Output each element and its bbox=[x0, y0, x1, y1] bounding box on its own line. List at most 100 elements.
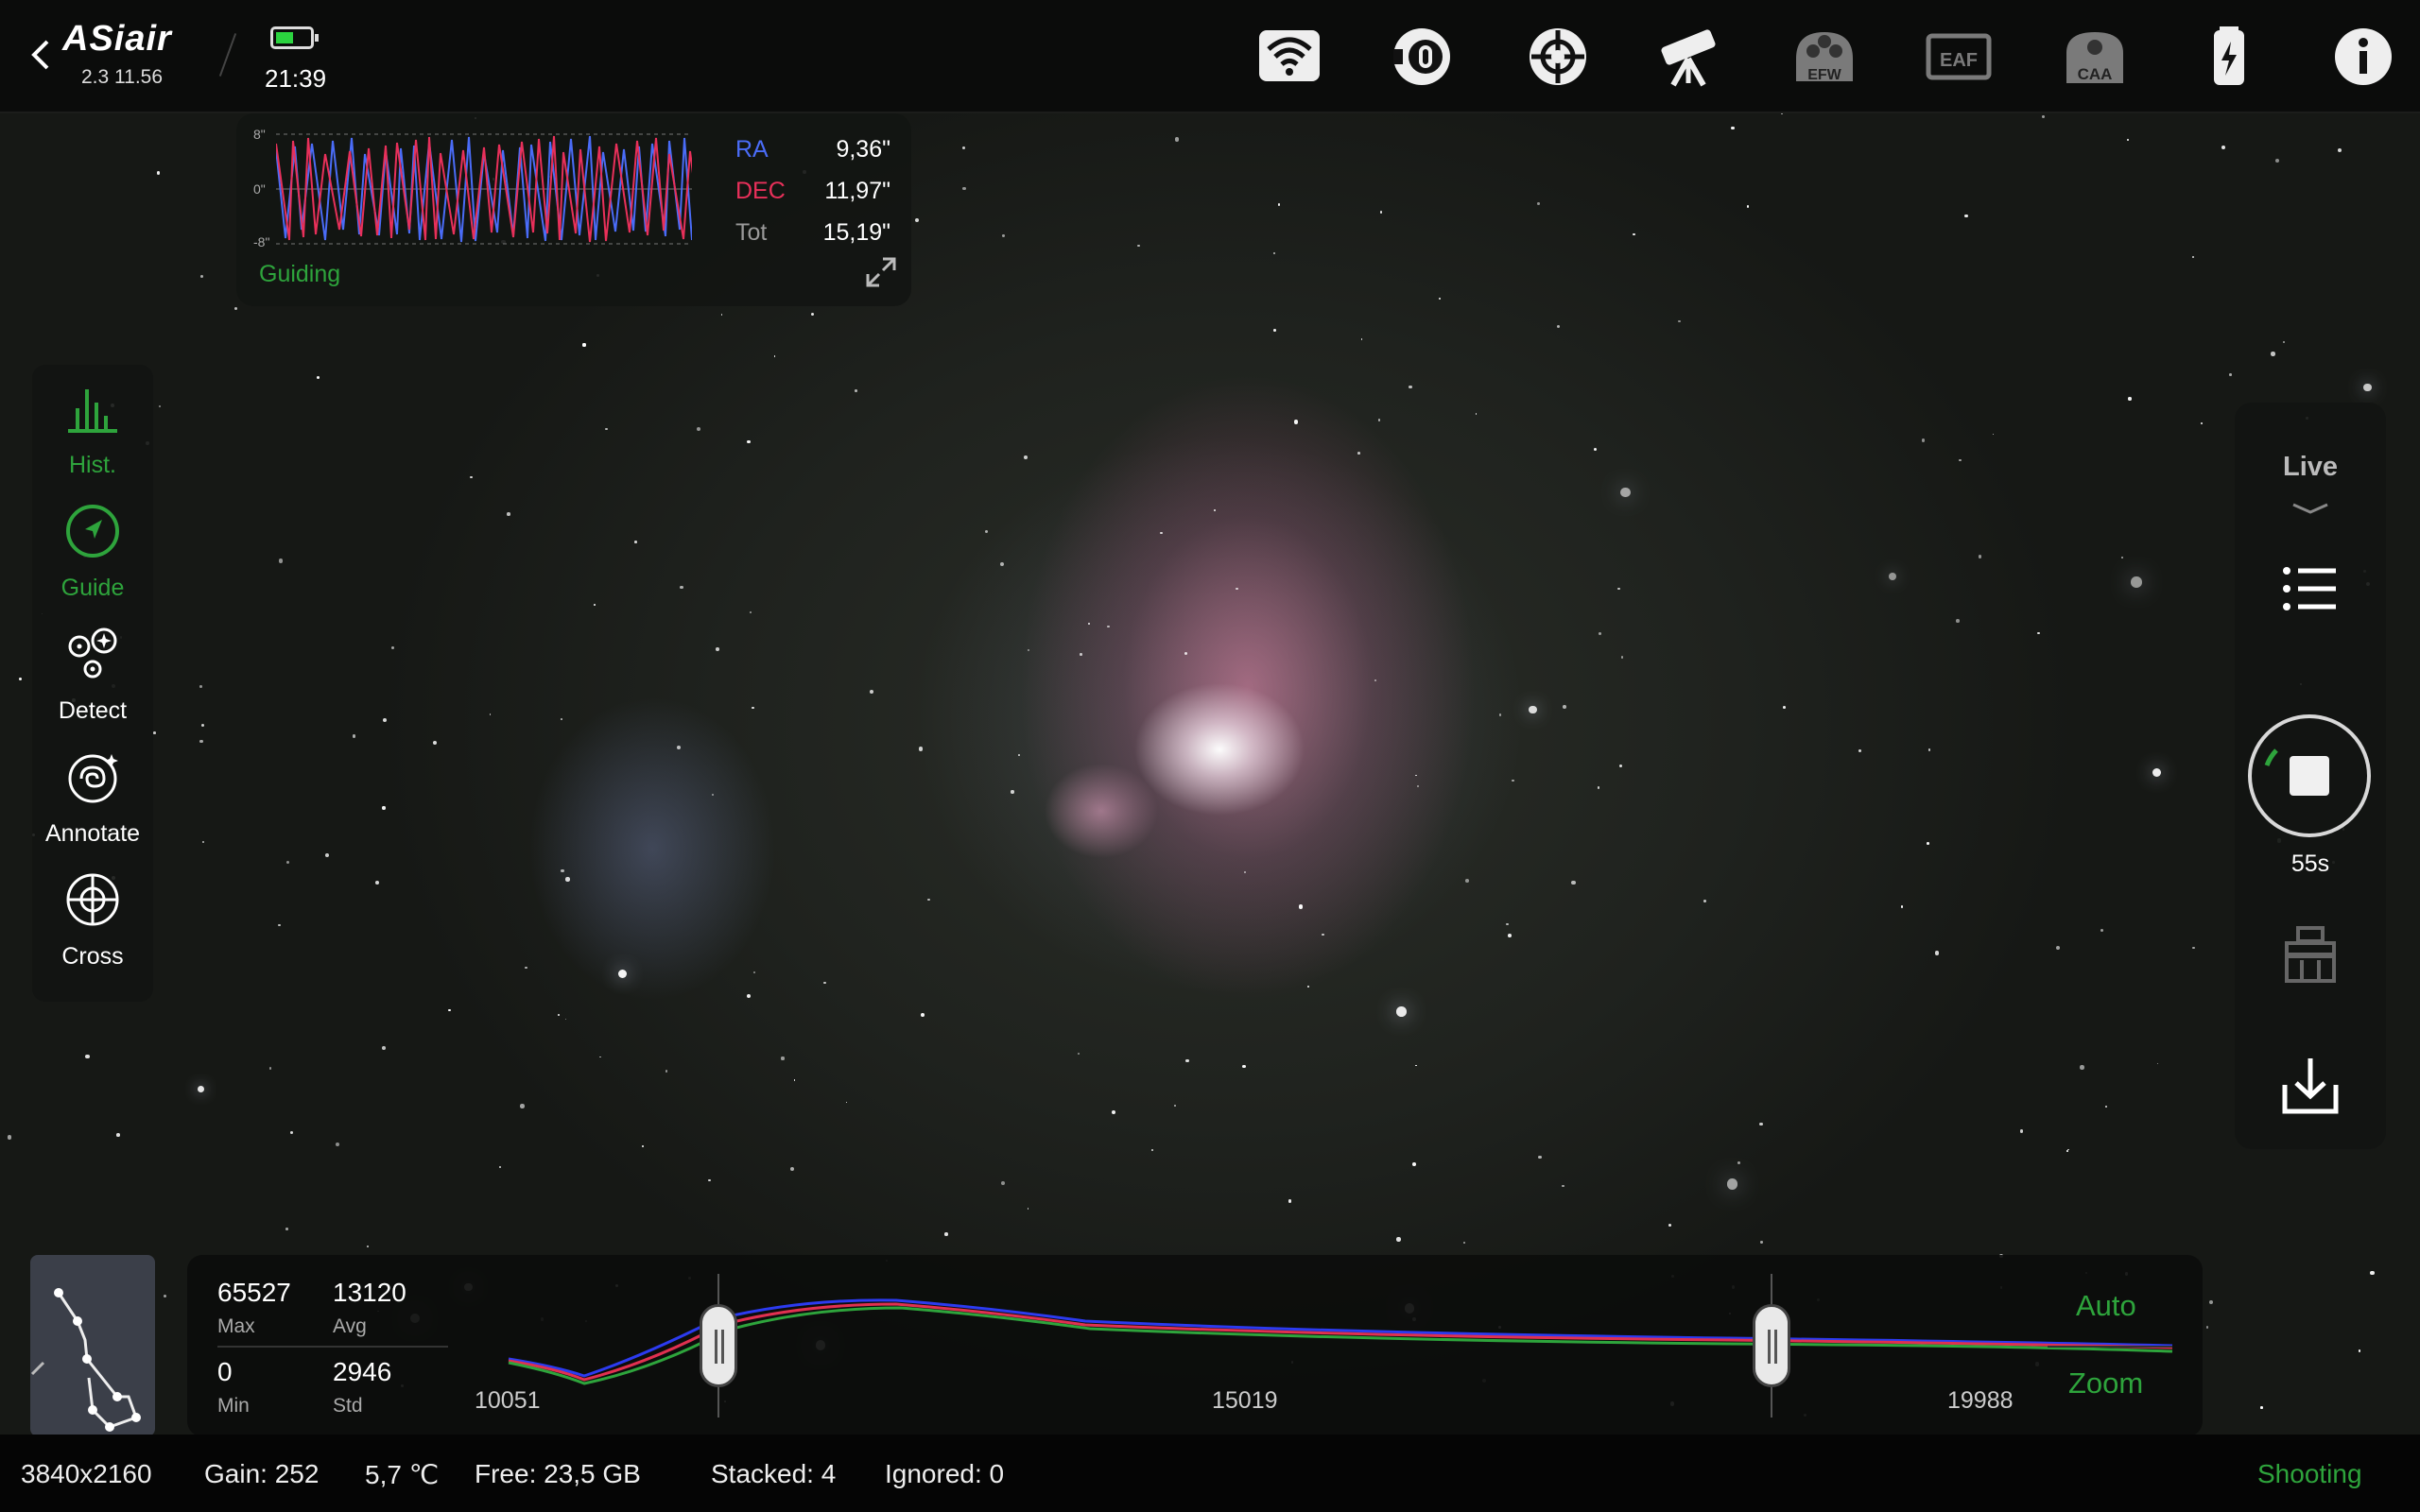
status-free-space: Free: 23,5 GB bbox=[475, 1459, 641, 1488]
zoom-button[interactable]: Zoom bbox=[2068, 1366, 2143, 1400]
star bbox=[1415, 774, 1417, 777]
tool-cross[interactable]: Cross bbox=[32, 856, 153, 979]
star bbox=[1307, 985, 1309, 988]
constellation-thumbnail[interactable] bbox=[30, 1255, 155, 1436]
caa-icon[interactable]: CAA bbox=[2061, 25, 2129, 89]
guide-scope-icon[interactable] bbox=[1524, 25, 1592, 89]
back-icon[interactable] bbox=[28, 36, 53, 74]
star bbox=[696, 426, 701, 431]
wifi-icon[interactable] bbox=[1255, 25, 1323, 89]
star bbox=[448, 1008, 451, 1012]
star bbox=[1506, 922, 1509, 926]
list-icon[interactable] bbox=[2277, 556, 2343, 622]
star bbox=[752, 971, 756, 974]
star bbox=[712, 793, 715, 796]
tool-label: Annotate bbox=[44, 820, 141, 847]
app-logo: ASiair bbox=[62, 19, 172, 59]
guide-graph-panel[interactable]: 8" 0" -8" RA 9,36" DEC 11,97" Tot 15,19"… bbox=[236, 113, 911, 306]
dust-brush-icon[interactable] bbox=[2277, 922, 2343, 988]
white-point-handle[interactable] bbox=[1753, 1304, 1790, 1387]
star bbox=[1462, 1242, 1465, 1245]
star bbox=[715, 646, 719, 651]
star bbox=[2019, 1129, 2024, 1133]
star bbox=[335, 1142, 339, 1146]
eaf-icon[interactable]: EAF bbox=[1925, 25, 1993, 89]
star bbox=[749, 610, 752, 613]
star bbox=[565, 877, 570, 882]
expand-icon[interactable] bbox=[864, 255, 898, 289]
star bbox=[1927, 748, 1931, 751]
sky-image[interactable] bbox=[0, 112, 2420, 1435]
camera-icon[interactable] bbox=[1388, 25, 1456, 89]
star bbox=[199, 685, 202, 689]
tool-histogram[interactable]: Hist. bbox=[32, 365, 153, 488]
top-bar: ASiair 2.3 11.56 21:39 EFW EAF CAA bbox=[0, 0, 2420, 113]
black-point-handle[interactable] bbox=[700, 1304, 737, 1387]
star bbox=[1620, 487, 1631, 498]
telescope-icon[interactable] bbox=[1656, 25, 1724, 89]
star bbox=[2205, 1326, 2209, 1329]
star bbox=[984, 529, 989, 534]
tool-annotate[interactable]: Annotate bbox=[32, 733, 153, 856]
star bbox=[2201, 422, 2204, 425]
star bbox=[375, 880, 380, 885]
mode-selector[interactable]: Live bbox=[2235, 452, 2386, 483]
star bbox=[773, 355, 776, 358]
stop-button[interactable] bbox=[2248, 714, 2371, 837]
star bbox=[1593, 447, 1597, 451]
chevron-down-icon[interactable] bbox=[2290, 501, 2331, 516]
download-icon[interactable] bbox=[2277, 1053, 2343, 1119]
star bbox=[1782, 706, 1786, 710]
exposure-timer: 55s bbox=[2290, 850, 2330, 877]
star bbox=[747, 994, 752, 999]
star bbox=[285, 1228, 288, 1230]
star bbox=[1959, 458, 1962, 462]
star bbox=[1888, 572, 1897, 581]
star bbox=[197, 1085, 205, 1093]
stop-icon bbox=[2290, 756, 2329, 796]
star bbox=[1244, 871, 1247, 874]
star bbox=[199, 739, 203, 744]
star bbox=[352, 734, 356, 738]
star bbox=[793, 1078, 796, 1081]
star bbox=[680, 586, 683, 590]
star bbox=[2100, 928, 2104, 932]
star bbox=[2066, 1150, 2068, 1152]
star bbox=[1562, 1184, 1564, 1188]
star bbox=[1926, 841, 1929, 845]
efw-icon[interactable]: EFW bbox=[1790, 25, 1858, 89]
star bbox=[1556, 325, 1560, 329]
hist-axis-left: 10051 bbox=[475, 1387, 541, 1414]
tool-detect[interactable]: Detect bbox=[32, 610, 153, 733]
star bbox=[1236, 587, 1238, 591]
star bbox=[433, 741, 438, 746]
tool-guide[interactable]: Guide bbox=[32, 488, 153, 610]
star bbox=[1023, 455, 1028, 459]
star bbox=[558, 1014, 560, 1016]
star bbox=[1618, 764, 1623, 768]
hist-avg-value: 13120 bbox=[333, 1278, 406, 1307]
star bbox=[961, 146, 965, 149]
star bbox=[962, 186, 967, 191]
usb-power-icon[interactable] bbox=[2195, 25, 2263, 89]
star bbox=[810, 312, 815, 317]
star bbox=[1087, 622, 1091, 626]
tool-label: Hist. bbox=[69, 452, 116, 478]
star bbox=[2229, 373, 2232, 376]
guide-scale-top: 8" bbox=[253, 127, 266, 142]
star bbox=[489, 713, 492, 715]
hist-min-value: 0 bbox=[217, 1357, 233, 1386]
tool-label: Guide bbox=[60, 575, 125, 601]
status-bar: 3840x2160 Gain: 252 5,7 ℃ Free: 23,5 GB … bbox=[0, 1435, 2420, 1512]
star bbox=[1000, 561, 1005, 566]
star bbox=[1322, 933, 1324, 936]
status-gain: Gain: 252 bbox=[204, 1459, 320, 1488]
info-icon[interactable] bbox=[2329, 25, 2397, 89]
star bbox=[1935, 951, 1940, 955]
star bbox=[921, 1013, 925, 1017]
star bbox=[158, 404, 162, 408]
star bbox=[594, 604, 596, 606]
compass-icon bbox=[66, 505, 119, 558]
tool-label: Detect bbox=[58, 697, 128, 724]
auto-button[interactable]: Auto bbox=[2076, 1289, 2136, 1323]
